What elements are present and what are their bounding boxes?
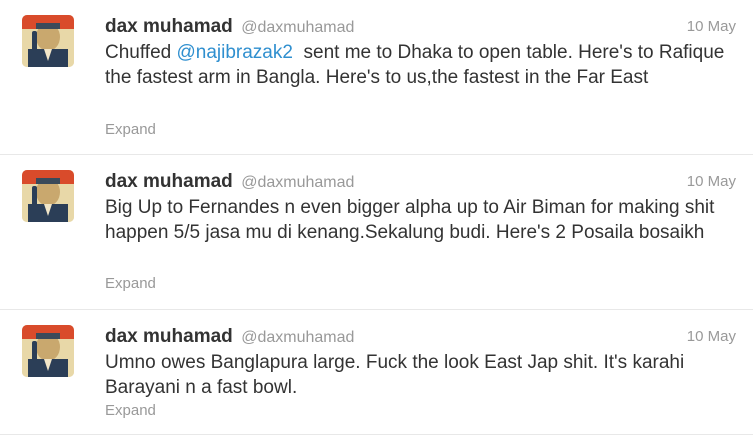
author-handle[interactable]: @daxmuhamad	[241, 19, 354, 36]
author-name[interactable]: dax muhamad	[105, 171, 233, 192]
avatar-icon[interactable]	[22, 170, 74, 222]
tweet-item[interactable]: dax muhamad @daxmuhamad 10 May Big Up to…	[0, 155, 753, 310]
tweet-timestamp[interactable]: 10 May	[687, 328, 736, 345]
tweet-timestamp[interactable]: 10 May	[687, 173, 736, 190]
tweet-item[interactable]: dax muhamad @daxmuhamad 10 May Chuffed @…	[0, 0, 753, 155]
tweet-item[interactable]: dax muhamad @daxmuhamad 10 May Umno owes…	[0, 310, 753, 435]
tweet-text: Chuffed @najibrazak2 sent me to Dhaka to…	[105, 40, 735, 90]
avatar-icon[interactable]	[22, 325, 74, 377]
tweet-feed: dax muhamad @daxmuhamad 10 May Chuffed @…	[0, 0, 753, 439]
author-name[interactable]: dax muhamad	[105, 326, 233, 347]
tweet-timestamp[interactable]: 10 May	[687, 18, 736, 35]
tweet-header: dax muhamad @daxmuhamad 10 May	[105, 16, 736, 40]
tweet-text: Big Up to Fernandes n even bigger alpha …	[105, 197, 720, 243]
tweet-text: Umno owes Banglapura large. Fuck the loo…	[105, 352, 690, 398]
tweet-header: dax muhamad @daxmuhamad 10 May	[105, 171, 736, 195]
expand-link[interactable]: Expand	[105, 275, 156, 292]
avatar-icon[interactable]	[22, 15, 74, 67]
mention-link[interactable]: @najibrazak2	[176, 42, 292, 63]
tweet-text-pre: Chuffed	[105, 42, 177, 63]
author-name[interactable]: dax muhamad	[105, 16, 233, 37]
tweet-header: dax muhamad @daxmuhamad 10 May	[105, 326, 736, 350]
author-handle[interactable]: @daxmuhamad	[241, 174, 354, 191]
author-handle[interactable]: @daxmuhamad	[241, 329, 354, 346]
expand-link[interactable]: Expand	[105, 121, 156, 138]
expand-link[interactable]: Expand	[105, 402, 156, 419]
